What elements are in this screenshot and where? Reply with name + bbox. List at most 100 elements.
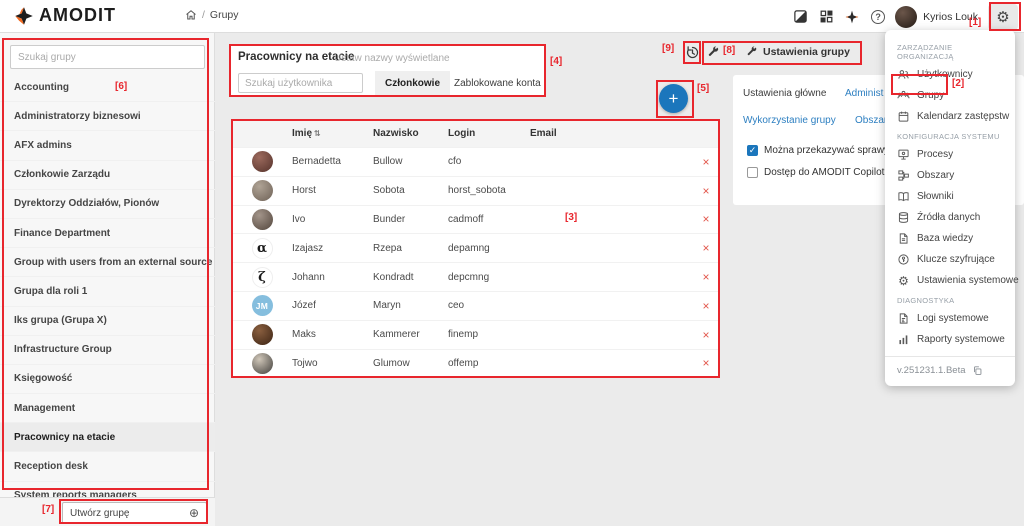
menu-item-knowledge-base[interactable]: Baza wiedzy — [885, 228, 1015, 249]
menu-item-substitution-calendar[interactable]: Kalendarz zastępstw — [885, 106, 1015, 127]
ai-sparkle-icon[interactable] — [839, 4, 865, 30]
home-icon[interactable] — [185, 9, 197, 21]
tab-main-settings[interactable]: Ustawienia główne — [743, 88, 826, 99]
dictionaries-icon — [897, 190, 910, 203]
avatar — [252, 151, 273, 172]
amodit-star-icon — [14, 6, 34, 26]
group-settings-button[interactable]: Ustawienia grupy — [746, 43, 850, 61]
table-row[interactable]: Maks Kammerer finemp × — [232, 320, 720, 349]
remove-member-icon[interactable]: × — [692, 155, 720, 169]
col-first-name[interactable]: Imię⇅ — [292, 128, 373, 139]
group-item[interactable]: AFX admins — [0, 131, 215, 160]
theme-contrast-icon[interactable] — [787, 4, 813, 30]
avatar — [252, 324, 273, 345]
encryption-keys-icon — [897, 253, 910, 266]
group-item[interactable]: Księgowość — [0, 365, 215, 394]
group-item[interactable]: Group with users from an external source — [0, 248, 215, 277]
create-group-button[interactable]: Utwórz grupę ⊕ — [62, 502, 207, 524]
group-item[interactable]: Administratorzy biznesowi — [0, 102, 215, 131]
group-item[interactable]: Infrastructure Group — [0, 336, 215, 365]
top-right-icons: ? Kyrios Louk ⚙ — [787, 0, 1024, 33]
group-item[interactable]: Dyrektorzy Oddziałów, Pionów — [0, 190, 215, 219]
create-group-label: Utwórz grupę — [70, 508, 129, 519]
admin-dropdown-menu: ZARZĄDZANIE ORGANIZACJĄ Użytkownicy Grup… — [885, 30, 1015, 386]
user-search-input[interactable] — [238, 73, 363, 93]
apps-grid-icon[interactable] — [813, 4, 839, 30]
table-header-row: Imię⇅ Nazwisko Login Email — [232, 120, 720, 147]
remove-member-icon[interactable]: × — [692, 184, 720, 198]
menu-item-areas[interactable]: Obszary — [885, 165, 1015, 186]
menu-item-encryption-keys[interactable]: Klucze szyfrujące — [885, 249, 1015, 270]
menu-item-processes[interactable]: Procesy — [885, 144, 1015, 165]
tab-blocked-accounts[interactable]: Zablokowane konta — [452, 71, 543, 95]
menu-item-groups[interactable]: Grupy — [885, 85, 1015, 106]
menu-item-system-settings[interactable]: ⚙ Ustawienia systemowe — [885, 270, 1015, 291]
create-group-bar: Utwórz grupę ⊕ — [0, 497, 215, 526]
plus-circle-icon: ⊕ — [189, 506, 199, 520]
sort-icon: ⇅ — [314, 129, 321, 138]
group-search-input[interactable] — [10, 45, 205, 69]
group-item-selected[interactable]: Pracownicy na etacie — [0, 423, 215, 452]
group-item[interactable]: Członkowie Zarządu — [0, 161, 215, 190]
menu-item-system-reports[interactable]: Raporty systemowe — [885, 329, 1015, 350]
breadcrumb-current[interactable]: Grupy — [210, 9, 239, 21]
menu-item-data-sources[interactable]: Źródła danych — [885, 207, 1015, 228]
group-item[interactable]: Management — [0, 394, 215, 423]
checkbox-checked[interactable]: ✓ — [747, 145, 758, 156]
wrench-icon[interactable] — [705, 44, 721, 60]
amodit-logo[interactable]: AMODIT — [14, 5, 116, 26]
checkbox-unchecked[interactable] — [747, 167, 758, 178]
menu-item-system-logs[interactable]: Logi systemowe — [885, 308, 1015, 329]
table-row[interactable]: ζ Johann Kondradt depcmng × — [232, 262, 720, 291]
group-item[interactable]: Accounting — [0, 73, 215, 102]
group-settings-label: Ustawienia grupy — [763, 46, 850, 58]
col-login[interactable]: Login — [448, 128, 530, 139]
group-item[interactable]: Iks grupa (Grupa X) — [0, 307, 215, 336]
table-row[interactable]: Bernadetta Bullow cfo × — [232, 147, 720, 176]
data-sources-icon — [897, 211, 910, 224]
table-row[interactable]: JM Józef Maryn ceo × — [232, 291, 720, 320]
remove-member-icon[interactable]: × — [692, 299, 720, 313]
col-last-name[interactable]: Nazwisko — [373, 128, 448, 139]
checkbox-label: Dostęp do AMODIT Copilot — [764, 167, 884, 178]
tab-members[interactable]: Członkowie — [375, 71, 450, 95]
group-header-card: Pracownicy na etacie Ustaw nazwy wyświet… — [230, 45, 545, 97]
menu-item-users[interactable]: Użytkownicy — [885, 64, 1015, 85]
copilot-access-checkbox-row: Dostęp do AMODIT Copilot — [747, 167, 884, 178]
areas-icon — [897, 169, 910, 182]
processes-icon — [897, 148, 910, 161]
users-icon — [897, 68, 910, 81]
menu-item-dictionaries[interactable]: Słowniki — [885, 186, 1015, 207]
col-email[interactable]: Email — [530, 128, 692, 139]
remove-member-icon[interactable]: × — [692, 241, 720, 255]
knowledge-base-icon — [897, 232, 910, 245]
tab-group-usage[interactable]: Wykorzystanie grupy — [743, 115, 836, 126]
system-reports-icon — [897, 333, 910, 346]
breadcrumb: / Grupy — [185, 9, 239, 21]
group-item[interactable]: System reports managers — [0, 482, 215, 497]
top-bar: AMODIT / Grupy — [0, 0, 1024, 33]
user-avatar[interactable] — [895, 6, 917, 28]
group-item[interactable]: Grupa dla roli 1 — [0, 277, 215, 306]
remove-member-icon[interactable]: × — [692, 270, 720, 284]
remove-member-icon[interactable]: × — [692, 212, 720, 226]
avatar: α — [252, 238, 273, 259]
remove-member-icon[interactable]: × — [692, 328, 720, 342]
gear-icon[interactable]: ⚙ — [988, 4, 1018, 30]
avatar — [252, 209, 273, 230]
table-row[interactable]: Ivo Bunder cadmoff × — [232, 205, 720, 234]
table-row[interactable]: Tojwo Glumow offemp × — [232, 349, 720, 378]
tab-administrators[interactable]: Administ — [845, 88, 883, 99]
table-row[interactable]: α Izajasz Rzepa depamng × — [232, 233, 720, 262]
set-display-names-field[interactable]: Ustaw nazwy wyświetlane — [334, 53, 450, 64]
copy-icon[interactable] — [972, 365, 983, 376]
table-row[interactable]: Horst Sobota horst_sobota × — [232, 176, 720, 205]
group-item[interactable]: Reception desk — [0, 452, 215, 481]
history-icon[interactable] — [683, 43, 701, 61]
help-icon[interactable]: ? — [865, 4, 891, 30]
group-list: Accounting Administratorzy biznesowi AFX… — [0, 73, 215, 497]
group-item[interactable]: Finance Department — [0, 219, 215, 248]
remove-member-icon[interactable]: × — [692, 356, 720, 370]
add-member-button[interactable]: + — [659, 84, 688, 113]
calendar-icon — [897, 110, 910, 123]
